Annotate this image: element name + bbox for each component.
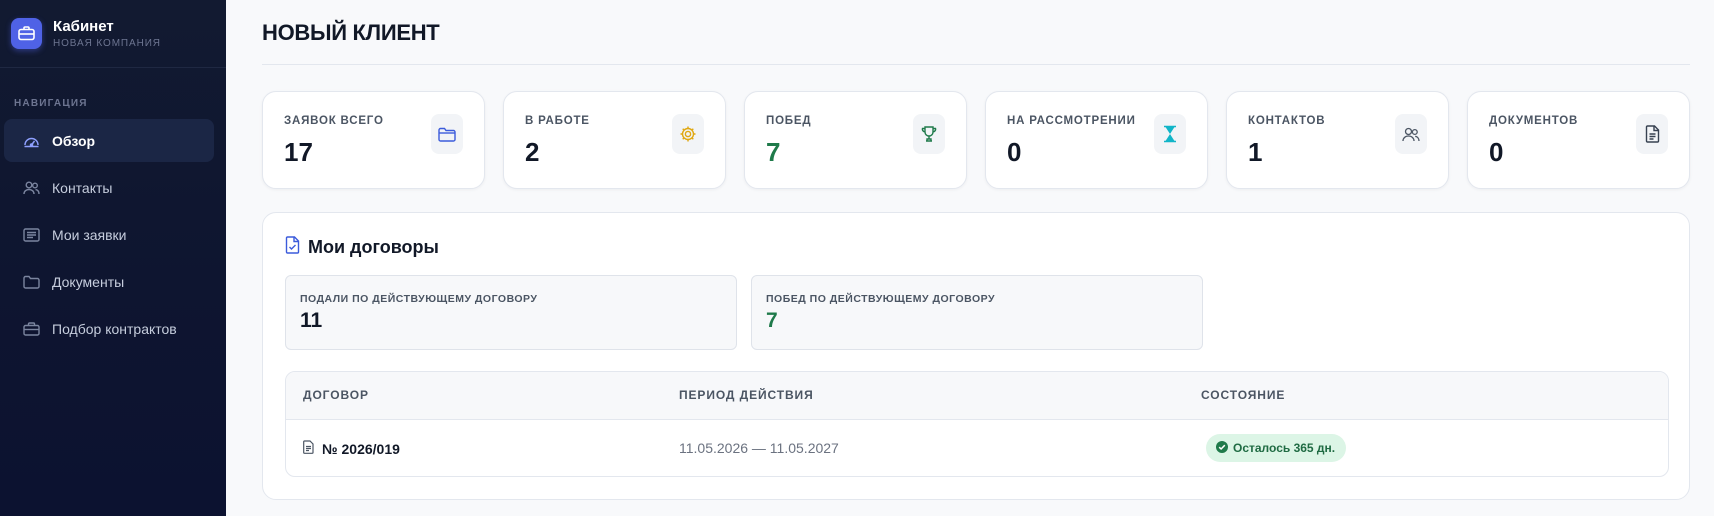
- stat-value: 0: [1007, 137, 1022, 167]
- sidebar-item-contacts[interactable]: Контакты: [4, 166, 214, 209]
- stat-card-total-requests: ЗАЯВОК ВСЕГО 17: [262, 91, 485, 189]
- users-icon: [1395, 114, 1427, 154]
- contract-cell[interactable]: № 2026/019: [303, 440, 400, 457]
- brand[interactable]: Кабинет НОВАЯ КОМПАНИЯ: [0, 0, 226, 68]
- file-check-icon: [285, 236, 300, 259]
- hourglass-icon: [1154, 114, 1186, 154]
- sidebar-nav: Обзор Контакты Мои заявки Документы Подб…: [4, 119, 214, 354]
- table-row[interactable]: № 2026/019 11.05.2026 — 11.05.2027 Остал…: [286, 420, 1668, 476]
- stat-value: 2: [525, 137, 540, 167]
- wins-by-contract-box: ПОБЕД ПО ДЕЙСТВУЮЩЕМУ ДОГОВОРУ 7: [751, 275, 1203, 350]
- stat-value: 7: [766, 137, 781, 167]
- check-circle-icon: [1216, 440, 1228, 456]
- brand-subtitle: НОВАЯ КОМПАНИЯ: [53, 38, 161, 49]
- sidebar: Кабинет НОВАЯ КОМПАНИЯ НАВИГАЦИЯ Обзор К…: [0, 0, 226, 516]
- stat-card-documents: ДОКУМЕНТОВ 0: [1467, 91, 1690, 189]
- column-header-status: СОСТОЯНИЕ: [1201, 388, 1286, 402]
- my-contracts-card: Мои договоры ПОДАЛИ ПО ДЕЙСТВУЮЩЕМУ ДОГО…: [262, 212, 1690, 500]
- nav-caption: НАВИГАЦИЯ: [14, 98, 88, 109]
- stat-card-wins: ПОБЕД 7: [744, 91, 967, 189]
- column-header-period: ПЕРИОД ДЕЙСТВИЯ: [679, 388, 814, 402]
- stat-label: ЗАЯВОК ВСЕГО: [284, 115, 384, 127]
- brand-title: Кабинет: [53, 18, 114, 35]
- submitted-value: 11: [300, 309, 323, 332]
- stat-label: КОНТАКТОВ: [1248, 115, 1326, 127]
- sidebar-item-label: Обзор: [52, 132, 96, 149]
- status-text: Осталось 365 дн.: [1233, 441, 1336, 455]
- contracts-table: ДОГОВОР ПЕРИОД ДЕЙСТВИЯ СОСТОЯНИЕ № 2026…: [285, 371, 1669, 477]
- status-badge: Осталось 365 дн.: [1206, 434, 1347, 462]
- submitted-label: ПОДАЛИ ПО ДЕЙСТВУЮЩЕМУ ДОГОВОРУ: [300, 293, 538, 305]
- title-divider: [262, 64, 1690, 65]
- my-contracts-title: Мои договоры: [308, 237, 439, 257]
- submitted-by-contract-box: ПОДАЛИ ПО ДЕЙСТВУЮЩЕМУ ДОГОВОРУ 11: [285, 275, 737, 350]
- stat-label: НА РАССМОТРЕНИИ: [1007, 115, 1136, 127]
- sidebar-item-overview[interactable]: Обзор: [4, 119, 214, 162]
- sidebar-item-documents[interactable]: Документы: [4, 260, 214, 303]
- wins-label: ПОБЕД ПО ДЕЙСТВУЮЩЕМУ ДОГОВОРУ: [766, 293, 996, 305]
- stat-label: ПОБЕД: [766, 115, 812, 127]
- contract-number: № 2026/019: [322, 440, 400, 457]
- dashboard-icon: [22, 132, 40, 150]
- folder-icon: [431, 114, 463, 154]
- stat-label: ДОКУМЕНТОВ: [1489, 115, 1579, 127]
- document-icon: [303, 440, 314, 457]
- briefcase-icon: [22, 320, 40, 338]
- table-header: ДОГОВОР ПЕРИОД ДЕЙСТВИЯ СОСТОЯНИЕ: [286, 372, 1668, 420]
- page-title: НОВЫЙ КЛИЕНТ: [262, 20, 440, 45]
- document-icon: [1636, 114, 1668, 154]
- sidebar-item-label: Контакты: [52, 179, 113, 196]
- period-cell: 11.05.2026 — 11.05.2027: [679, 440, 839, 456]
- stat-value: 17: [284, 137, 313, 167]
- trophy-icon: [913, 114, 945, 154]
- gear-icon: [672, 114, 704, 154]
- sidebar-item-contract-search[interactable]: Подбор контрактов: [4, 307, 214, 350]
- stat-value: 1: [1248, 137, 1263, 167]
- sidebar-item-label: Мои заявки: [52, 226, 127, 243]
- sidebar-item-my-requests[interactable]: Мои заявки: [4, 213, 214, 256]
- stat-card-contacts: КОНТАКТОВ 1: [1226, 91, 1449, 189]
- sidebar-item-label: Подбор контрактов: [52, 320, 177, 337]
- folder-icon: [22, 273, 40, 291]
- list-icon: [22, 226, 40, 244]
- column-header-contract: ДОГОВОР: [303, 388, 369, 402]
- stat-value: 0: [1489, 137, 1504, 167]
- main-content: НОВЫЙ КЛИЕНТ ЗАЯВОК ВСЕГО 17 В РАБОТЕ 2 …: [226, 0, 1714, 516]
- briefcase-logo-icon: [11, 18, 42, 49]
- sidebar-item-label: Документы: [52, 273, 125, 290]
- stat-label: В РАБОТЕ: [525, 115, 590, 127]
- stat-card-under-review: НА РАССМОТРЕНИИ 0: [985, 91, 1208, 189]
- stat-card-in-progress: В РАБОТЕ 2: [503, 91, 726, 189]
- users-icon: [22, 179, 40, 197]
- wins-value: 7: [766, 309, 778, 332]
